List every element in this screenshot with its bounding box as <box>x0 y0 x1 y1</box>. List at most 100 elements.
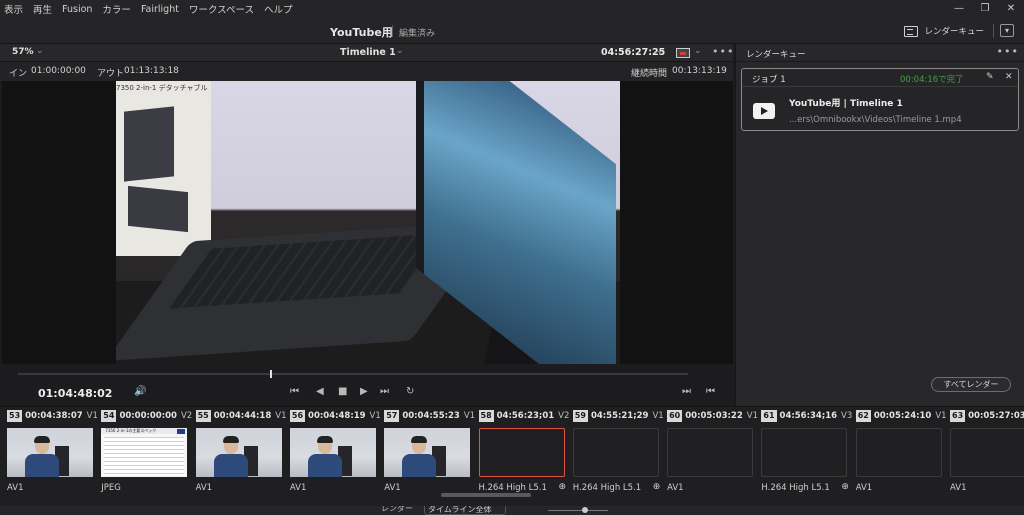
clip-track: V1 <box>86 411 98 421</box>
menu-playback[interactable]: 再生 <box>29 2 58 16</box>
clip-thumbnail-image <box>7 428 93 477</box>
clip-number: 60 <box>667 410 683 422</box>
render-all-button[interactable]: すべてレンダー <box>931 377 1011 392</box>
clip-timecode: 00:05:27:03 <box>968 411 1024 421</box>
clip-thumbnail[interactable] <box>761 428 848 477</box>
thumb-person-hair <box>316 436 333 443</box>
close-window-button[interactable]: ✕ <box>998 0 1024 18</box>
menu-fairlight[interactable]: Fairlight <box>137 4 185 15</box>
monitor-icon[interactable] <box>676 48 690 58</box>
clip-item[interactable]: 55 00:04:44:18 V1 AV1 <box>189 407 286 507</box>
clip-item[interactable]: 53 00:04:38:07 V1 AV1 <box>0 407 98 507</box>
timeline-scrubber[interactable] <box>18 373 688 375</box>
minimize-button[interactable]: — <box>946 0 972 18</box>
clip-item[interactable]: 58 04:56:23;01 V2 H.264 High L5.1 ⊕ <box>472 407 569 507</box>
clip-thumbnail[interactable] <box>667 428 754 477</box>
clip-track: V1 <box>369 411 381 421</box>
go-to-last-frame-icon[interactable]: ⏭ <box>380 386 389 397</box>
job-title: YouTube用 | Timeline 1 <box>789 99 903 109</box>
clip-thumbnail[interactable] <box>384 428 471 477</box>
playhead-handle[interactable] <box>270 370 272 378</box>
render-queue-title: レンダーキュー <box>746 50 806 60</box>
youtube-icon <box>753 103 775 119</box>
clip-thumbnail[interactable] <box>289 428 376 477</box>
render-queue-options-icon[interactable]: ••• <box>997 45 1019 58</box>
clip-thumbnail[interactable] <box>855 428 942 477</box>
title-separator <box>392 25 393 37</box>
render-range-select[interactable]: タイムライン全体 <box>424 506 506 515</box>
clip-timecode: 00:04:44:18 <box>213 411 272 421</box>
volume-icon[interactable]: 🔊 <box>134 386 146 397</box>
slider-knob[interactable] <box>582 507 588 513</box>
zoom-level-dropdown[interactable]: 57% <box>12 47 34 57</box>
clip-track: V1 <box>746 411 758 421</box>
product-box: 7350 2-in-1 デタッチャブル <box>116 81 211 256</box>
doc-thumb-title: 7350 2-in-1の主要スペック <box>101 428 188 434</box>
clip-header: 59 04:55:21;29 V1 <box>572 410 667 424</box>
clip-thumbnail[interactable]: 7350 2-in-1の主要スペック <box>101 428 188 477</box>
menu-fusion[interactable]: Fusion <box>58 4 98 15</box>
clip-item[interactable]: 61 04:56:34;16 V3 H.264 High L5.1 ⊕ <box>754 407 852 507</box>
render-queue-icon <box>904 25 919 37</box>
preview-frame: 7350 2-in-1 デタッチャブル <box>116 81 620 364</box>
render-queue-toggle-button[interactable]: レンダーキュー <box>904 25 984 37</box>
job-output-path: ...ers\Omnibookx\Videos\Timeline 1.mp4 <box>789 115 962 125</box>
clip-item[interactable]: 57 00:04:55:23 V1 AV1 <box>377 407 475 507</box>
clip-thumbnail[interactable] <box>7 428 93 477</box>
chevron-down-icon[interactable]: ⌄ <box>396 46 404 56</box>
chevron-down-icon[interactable]: ⌄ <box>36 46 44 56</box>
menu-help[interactable]: ヘルプ <box>260 2 299 16</box>
clip-codec: AV1 <box>384 483 401 493</box>
clip-thumbnail-image <box>384 428 471 477</box>
thumb-person-hair <box>411 436 428 443</box>
chevron-down-icon[interactable]: ⌄ <box>694 46 702 56</box>
clip-header: 61 04:56:34;16 V3 <box>761 410 855 424</box>
menu-view[interactable]: 表示 <box>0 2 29 16</box>
clip-thumbnail[interactable] <box>478 428 565 477</box>
clip-thumbnail[interactable] <box>572 428 659 477</box>
current-timecode: 01:04:48:02 <box>38 387 113 400</box>
timeline-selector[interactable]: Timeline 1 <box>340 47 396 58</box>
clip-item[interactable]: 62 00:05:24:10 V1 AV1 <box>849 407 947 507</box>
menu-workspace[interactable]: ワークスペース <box>185 2 260 16</box>
clip-number: 56 <box>289 410 306 422</box>
previous-clip-icon[interactable]: ⏮ <box>706 386 715 397</box>
chevron-down-icon[interactable]: ⌄ <box>656 46 664 56</box>
clips-scrollbar[interactable] <box>441 493 531 497</box>
loop-icon[interactable]: ↻ <box>406 386 414 397</box>
clip-track: V1 <box>652 411 664 421</box>
thumb-person <box>25 454 59 477</box>
video-viewer[interactable]: 7350 2-in-1 デタッチャブル <box>2 81 733 364</box>
restore-button[interactable]: ❐ <box>972 0 998 18</box>
next-clip-icon[interactable]: ⏭ <box>682 386 691 397</box>
render-job-card[interactable]: ジョブ 1 00:04:16で完了 ✎ ✕ YouTube用 | Timelin… <box>741 68 1019 131</box>
viewer-more-options-icon[interactable]: ••• <box>712 45 734 58</box>
close-icon[interactable]: ✕ <box>1005 72 1013 82</box>
clip-item[interactable]: 54 00:00:00:00 V2 7350 2-in-1の主要スペック JPEG <box>94 407 192 507</box>
clip-thumbnail[interactable] <box>950 428 1024 477</box>
viewer-toolbar: 57% ⌄ Timeline 1 ⌄ 04:56:27:25 ⌄ ⌄ ••• <box>0 44 733 62</box>
play-icon[interactable]: ▶ <box>360 386 368 397</box>
clip-item[interactable]: 59 04:55:21;29 V1 H.264 High L5.1 ⊕ <box>566 407 664 507</box>
collapse-panel-button[interactable]: ▾ <box>1000 24 1014 37</box>
out-label: アウト <box>97 69 125 79</box>
clip-number: 58 <box>478 410 494 422</box>
menu-color[interactable]: カラー <box>98 2 137 16</box>
clip-codec: AV1 <box>289 483 307 493</box>
clip-item[interactable]: 63 00:05:27:03 AV1 <box>943 407 1024 507</box>
clip-timecode: 00:04:38:07 <box>25 411 83 421</box>
clip-header: 53 00:04:38:07 V1 <box>7 410 101 424</box>
clip-item[interactable]: 56 00:04:48:19 V1 AV1 <box>283 407 381 507</box>
play-reverse-icon[interactable]: ◀ <box>316 386 324 397</box>
clip-thumbnail[interactable] <box>195 428 282 477</box>
clip-codec: AV1 <box>855 483 873 493</box>
go-to-first-frame-icon[interactable]: ⏮ <box>290 386 299 397</box>
clip-item[interactable]: 60 00:05:03:22 V1 AV1 <box>660 407 758 507</box>
pencil-icon[interactable]: ✎ <box>986 72 994 82</box>
clip-header: 54 00:00:00:00 V2 <box>101 410 195 424</box>
stop-icon[interactable]: ■ <box>338 386 347 397</box>
clip-timecode: 04:56:23;01 <box>496 411 555 421</box>
thumbnail-size-slider[interactable] <box>548 510 608 511</box>
thumb-person-hair <box>222 436 239 443</box>
doc-table-rows <box>104 437 185 475</box>
